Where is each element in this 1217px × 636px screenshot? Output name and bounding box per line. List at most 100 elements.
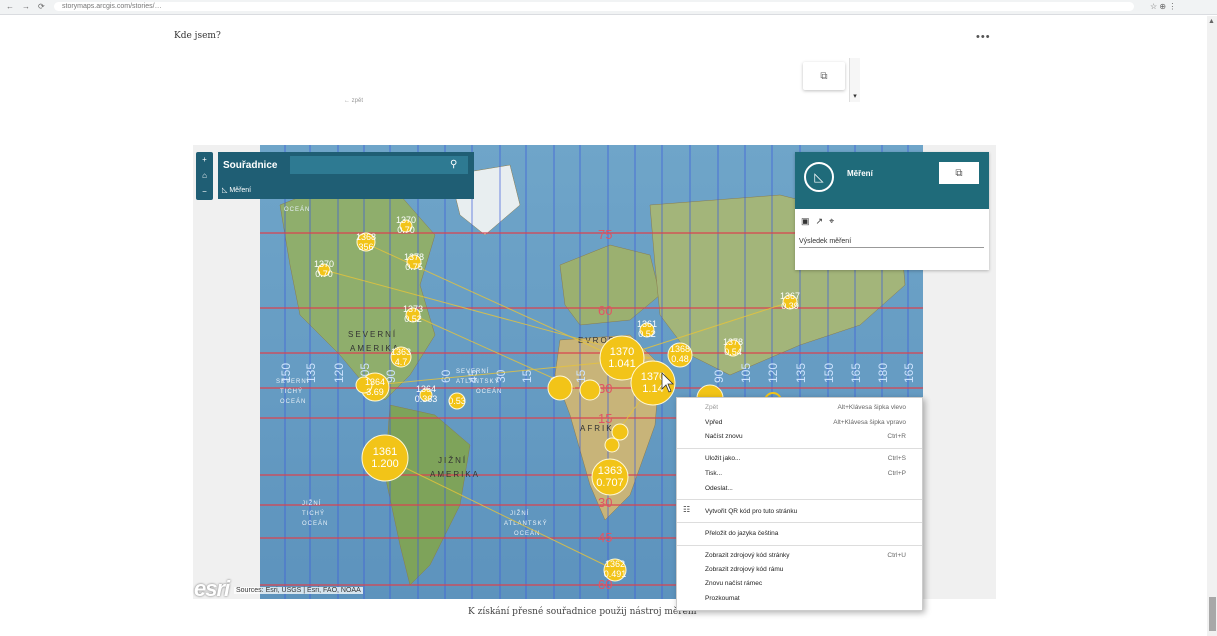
measure-title: Měření [847, 169, 873, 178]
context-item-send[interactable]: Odeslat... [705, 485, 733, 492]
cluster-label-10: 1370 [610, 346, 634, 358]
zoom-in-button[interactable]: + [196, 152, 213, 168]
distance-icon[interactable]: ↗ [816, 216, 830, 226]
cluster-sub-6: 4.7 [395, 357, 408, 367]
map-caption: K získání přesné souřadnice použij nástr… [468, 607, 697, 617]
context-item-view-frame-source[interactable]: Zobrazit zdrojový kód rámu [705, 566, 783, 573]
scroll-up-icon[interactable]: ▲ [1208, 18, 1215, 25]
lon-label-19: 165 [902, 363, 916, 383]
cluster-sub-18: 0.53 [448, 396, 466, 406]
cluster-label-15: 1367 [780, 291, 800, 301]
back-arrow-icon[interactable]: ← [6, 2, 14, 11]
scroll-down-icon[interactable]: ▾ [850, 92, 860, 100]
context-item-inspect[interactable]: Prozkoumat [705, 595, 740, 602]
ruler-icon[interactable]: ◺ [804, 162, 834, 192]
more-menu-icon[interactable]: ••• [976, 31, 991, 43]
coordinates-title: Souřadnice [223, 160, 278, 171]
page-scrollbar[interactable] [1207, 16, 1217, 636]
context-divider [677, 545, 922, 546]
address-text: storymaps.arcgis.com/stories/… [62, 3, 162, 10]
ocean-label-4: JIŽNÍ [302, 499, 321, 507]
context-item-view-source[interactable]: Zobrazit zdrojový kód stránky [705, 552, 790, 559]
context-shortcut-back: Alt+Klávesa šipka vlevo [837, 404, 906, 411]
coordinates-panel: Souřadnice ⚲ ◺ Měření [218, 152, 474, 199]
cluster-sub-15: 0.39 [781, 301, 799, 311]
context-shortcut-print: Ctrl+P [887, 470, 906, 477]
ocean-label-3: OCEÁN [280, 398, 306, 405]
external-link-icon: ⧉ [820, 70, 828, 82]
cluster-label-11: 1370 [641, 371, 665, 383]
cluster-label-7: 1364 [365, 377, 385, 387]
home-button[interactable]: ⌂ [196, 168, 213, 184]
map-attribution: Sources: Esri, USGS | Esri, FAO, NOAA [234, 587, 363, 594]
lon-label-6: 60 [439, 369, 453, 383]
cluster-sub-13: 0.52 [638, 329, 656, 339]
lat-label-1: 75 [598, 227, 612, 242]
context-shortcut-view-source: Ctrl+U [887, 552, 906, 559]
ocean-label-11: ATLANTSKÝ [456, 378, 500, 385]
cluster-sub-1: 356 [358, 242, 373, 252]
open-external-button[interactable]: ⧉ [939, 162, 979, 184]
cluster-sub-11: 1.14 [642, 383, 663, 395]
region-label-4: AMERIKA [430, 470, 480, 479]
cluster-label-17: 1362 [605, 559, 625, 569]
cluster-sub-4: 0.70 [397, 225, 415, 235]
context-shortcut-forward: Alt+Klávesa šipka vpravo [833, 419, 906, 426]
ocean-label-13: OCEÁN [284, 206, 310, 213]
zoom-controls: + ⌂ − [196, 152, 213, 200]
esri-logo: esri [194, 576, 230, 601]
measure-panel: ◺ Měření ⧉ ▣↗⌖ Výsledek měření [795, 152, 989, 270]
ocean-label-5: TICHÝ [302, 510, 325, 517]
forward-arrow-icon[interactable]: → [22, 2, 30, 11]
context-item-translate[interactable]: Přeložit do jazyka čeština [705, 530, 778, 537]
context-shortcut-reload: Ctrl+R [887, 433, 906, 440]
cluster-label-14: 1378 [723, 337, 743, 347]
measure-tab[interactable]: ◺ Měření [218, 186, 251, 194]
cluster-label-13: 1361 [637, 319, 657, 329]
cluster-sub-17: 0.491 [604, 569, 627, 579]
ocean-label-1: SEVERNÍ [276, 378, 309, 385]
context-item-save-as[interactable]: Uložit jako... [705, 455, 740, 462]
location-icon[interactable]: ⌖ [829, 216, 840, 226]
ocean-label-9: OCEÁN [514, 530, 540, 537]
coordinates-search-input[interactable]: ⚲ [290, 156, 468, 174]
lon-label-17: 165 [849, 363, 863, 383]
context-item-print[interactable]: Tisk... [705, 470, 722, 477]
cluster-sub-9: 1.200 [371, 458, 399, 470]
context-item-forward[interactable]: Vpřed [705, 419, 722, 426]
qr-code-icon: ☷ [683, 505, 691, 514]
lat-label-3: 30 [598, 495, 612, 510]
context-item-reload[interactable]: Načíst znovu [705, 433, 743, 440]
cluster-label-9: 1361 [373, 446, 397, 458]
cluster-sub-7: 3.69 [366, 387, 384, 397]
context-item-back[interactable]: Zpět [705, 404, 718, 411]
lon-label-3: 120 [332, 363, 346, 383]
cluster-sub-10: 1.041 [608, 358, 636, 370]
context-item-reload-frame[interactable]: Znovu načíst rámec [705, 580, 762, 587]
lon-label-18: 180 [876, 363, 890, 383]
ruler-icon: ◺ [222, 187, 228, 194]
cluster-label-5: 1373 [403, 304, 423, 314]
context-shortcut-save-as: Ctrl+S [887, 455, 906, 462]
area-icon[interactable]: ▣ [801, 216, 816, 226]
measure-result-label: Výsledek měření [799, 238, 984, 248]
cluster-label-8: 1364 [416, 384, 436, 394]
cluster-label-1: 1368 [356, 232, 376, 242]
lon-label-14: 120 [766, 363, 780, 383]
measure-tab-label: Měření [229, 187, 252, 194]
reload-icon[interactable]: ⟳ [38, 2, 45, 11]
measure-tools: ▣↗⌖ [801, 216, 840, 227]
address-bar[interactable]: storymaps.arcgis.com/stories/… [54, 2, 1134, 11]
cluster-sub-5: 0.52 [404, 314, 422, 324]
search-icon[interactable]: ⚲ [450, 159, 457, 170]
cluster-sub-2: 0.70 [315, 269, 333, 279]
region-label-3: JIŽNÍ [438, 456, 467, 465]
context-item-qr-code[interactable]: Vytvořit QR kód pro tuto stránku [705, 508, 797, 515]
cluster-label-12: 1368 [670, 344, 690, 354]
cluster-sub-3: 0.75 [405, 262, 423, 272]
zoom-out-button[interactable]: − [196, 184, 213, 200]
browser-actions-icon[interactable]: ☆ ⊕ ⋮ [1150, 2, 1176, 11]
page-scroll-thumb[interactable] [1209, 597, 1216, 631]
inner-scrollbar[interactable]: ▾ [849, 58, 860, 102]
open-external-button[interactable]: ⧉ [803, 62, 845, 90]
